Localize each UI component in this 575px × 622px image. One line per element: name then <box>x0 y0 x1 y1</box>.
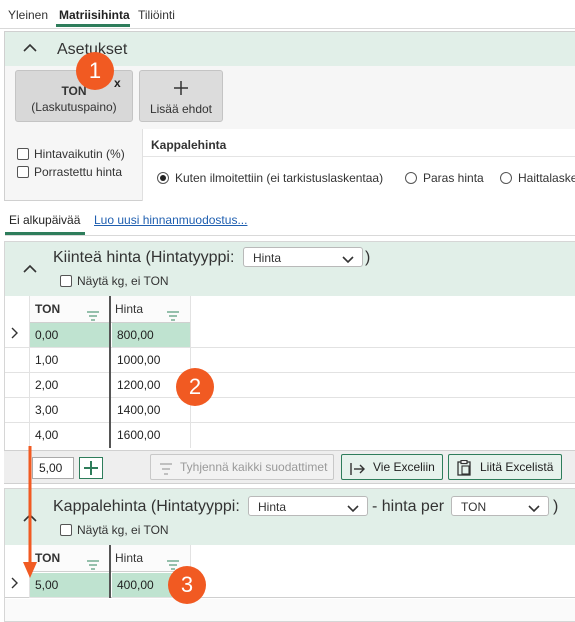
hintavaikutin-checkbox[interactable] <box>17 148 29 160</box>
cell-price[interactable]: 1400,00 <box>112 398 190 423</box>
unit-price-title: Kappalehinta (Hintatyyppi: <box>53 498 240 515</box>
select-value: Hinta <box>258 500 287 514</box>
kappalehinta-title: Kappalehinta <box>151 138 227 152</box>
active-tab-indicator <box>56 24 130 27</box>
chevron-up-icon[interactable] <box>23 43 37 57</box>
column-divider[interactable] <box>109 296 111 448</box>
chevron-down-icon <box>347 502 359 516</box>
add-condition-label: Lisää ehdot <box>149 102 213 116</box>
chevron-down-icon <box>528 502 540 516</box>
column-label: Hinta <box>115 551 144 565</box>
chevron-up-icon[interactable] <box>23 264 37 278</box>
export-excel-label: Vie Exceliin <box>373 460 435 474</box>
cell-price[interactable]: 1600,00 <box>112 423 190 448</box>
annotation-badge-1: 1 <box>76 52 114 90</box>
fixed-price-grid: TON Hinta 0,00 800,00 1,00 1000,00 2,00 … <box>5 296 575 450</box>
export-icon <box>350 460 366 484</box>
radio-label: Haittalaske <box>518 171 575 185</box>
cell-price[interactable]: 1000,00 <box>112 348 190 373</box>
create-pricing-link[interactable]: Luo uusi hinnanmuodostus... <box>94 213 247 227</box>
kappalehinta-header: Kappalehinta <box>143 129 575 157</box>
add-row-button[interactable] <box>79 457 103 479</box>
tab-ei-alkupaivaa[interactable]: Ei alkupäivää <box>9 213 80 227</box>
radio-label: Paras hinta <box>423 171 484 185</box>
unit-price-header: Kappalehinta (Hintatyyppi: Hinta - hinta… <box>5 489 575 546</box>
title-close-paren: ) <box>553 498 559 515</box>
tab-matriisihinta[interactable]: Matriisihinta <box>59 8 130 22</box>
column-label: TON <box>35 302 61 316</box>
hintavaikutin-label: Hintavaikutin (%) <box>34 147 125 161</box>
plus-icon <box>80 461 102 481</box>
unit-price-grid: TON Hinta 5,00 400,00 <box>5 545 575 599</box>
porrastettu-label: Porrastettu hinta <box>34 165 123 179</box>
cell-ton[interactable]: 4,00 <box>30 423 110 448</box>
export-excel-button[interactable]: Vie Exceliin <box>341 454 443 480</box>
show-kg-checkbox[interactable] <box>60 275 72 287</box>
plus-icon <box>140 77 222 100</box>
kappalehinta-panel: Kappalehinta Kuten ilmoitettiin (ei tark… <box>142 129 575 201</box>
chevron-down-icon <box>342 253 354 267</box>
fixed-price-title: Kiinteä hinta (Hintatyyppi: <box>53 249 235 266</box>
tab-tiliointi[interactable]: Tiliöinti <box>138 8 175 22</box>
clear-filters-label: Tyhjennä kaikki suodattimet <box>180 460 328 474</box>
show-kg-checkbox[interactable] <box>60 524 72 536</box>
fixed-price-header: Kiinteä hinta (Hintatyyppi: Hinta ) Näyt… <box>5 242 575 296</box>
clipboard-icon <box>457 459 471 484</box>
select-value: TON <box>461 500 487 514</box>
filter-clear-icon <box>159 460 173 484</box>
paste-excel-label: Liitä Excelistä <box>480 460 554 474</box>
show-kg-label: Näytä kg, ei TON <box>77 523 169 537</box>
divider <box>0 28 575 29</box>
cell-ton[interactable]: 0,00 <box>30 323 110 348</box>
chevron-right-icon[interactable] <box>11 577 19 592</box>
price-type-select[interactable]: Hinta <box>243 247 363 267</box>
chip-sublabel: (Laskutuspaino) <box>31 100 117 114</box>
column-divider <box>29 296 30 448</box>
annotation-badge-2: 2 <box>176 368 214 406</box>
clear-filters-button[interactable]: Tyhjennä kaikki suodattimet <box>150 454 334 480</box>
column-header-ton[interactable]: TON <box>30 545 110 572</box>
radio-haittalaske[interactable] <box>500 172 512 184</box>
divider <box>5 235 575 236</box>
annotation-badge-3: 3 <box>168 566 206 604</box>
cell-ton[interactable]: 1,00 <box>30 348 110 373</box>
cell-ton[interactable]: 2,00 <box>30 373 110 398</box>
radio-paras-hinta[interactable] <box>405 172 417 184</box>
select-value: Hinta <box>253 251 282 265</box>
remove-chip-button[interactable]: x <box>114 76 121 90</box>
price-per-label: - hinta per <box>372 498 445 515</box>
radio-label: Kuten ilmoitettiin (ei tarkistuslaskenta… <box>175 171 384 185</box>
annotation-arrow <box>23 446 37 578</box>
column-label: Hinta <box>115 302 144 316</box>
column-divider[interactable] <box>109 545 111 598</box>
price-per-select[interactable]: TON <box>451 496 549 516</box>
add-condition-button[interactable]: Lisää ehdot <box>139 70 223 122</box>
cell-price[interactable]: 800,00 <box>112 323 190 348</box>
column-header-ton[interactable]: TON <box>30 296 110 323</box>
chevron-right-icon[interactable] <box>11 327 19 342</box>
cell-ton[interactable]: 3,00 <box>30 398 110 423</box>
porrastettu-checkbox[interactable] <box>17 166 29 178</box>
tab-yleinen[interactable]: Yleinen <box>8 8 48 22</box>
column-header-hinta[interactable]: Hinta <box>110 296 190 323</box>
paste-excel-button[interactable]: Liitä Excelistä <box>448 454 562 480</box>
radio-kuten-ilmoitettiin[interactable] <box>157 172 169 184</box>
price-type-select[interactable]: Hinta <box>248 496 368 516</box>
title-close-paren: ) <box>365 249 371 266</box>
show-kg-label: Näytä kg, ei TON <box>77 274 169 288</box>
cell-ton[interactable]: 5,00 <box>30 573 110 598</box>
